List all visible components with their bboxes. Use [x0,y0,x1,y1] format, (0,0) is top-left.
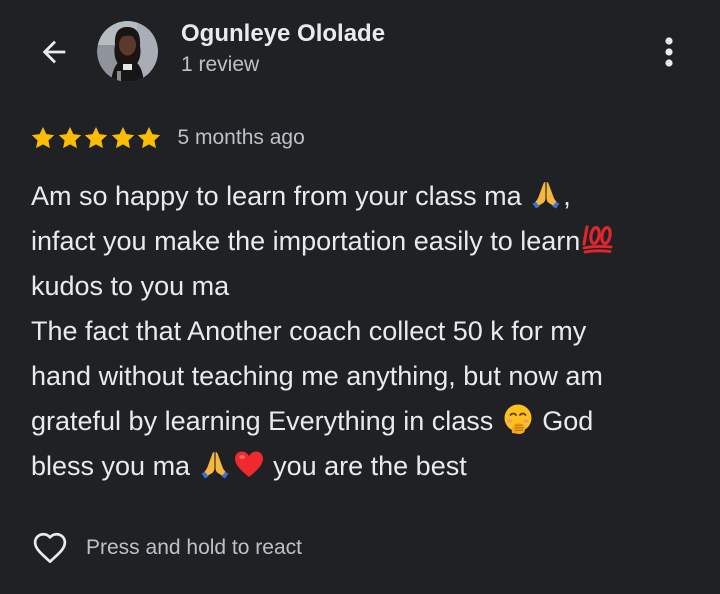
avatar[interactable] [97,21,158,82]
review-line: bless you ma you are the best [31,444,691,489]
review-line: kudos to you ma [31,271,230,301]
review-text-segment: bless you ma [31,451,198,481]
red-heart-emoji-icon [234,451,263,477]
review-line: infact you make the importation easily t… [31,219,691,264]
folded-hands-emoji-icon [532,182,560,209]
folded-hands-emoji-icon [201,452,229,479]
review-line: hand without teaching me anything, but n… [31,361,603,391]
review-text-segment: God [534,406,594,436]
review-text-segment: infact you make the importation easily t… [31,226,581,256]
star-icon [111,126,134,149]
more-options-button[interactable] [650,30,688,74]
react-row[interactable]: Press and hold to react [30,528,302,568]
star-icon [31,126,55,149]
review-screen: Ogunleye Ololade 1 review 5 months ago A… [0,0,720,594]
star-rating [30,125,163,151]
review-line: Am so happy to learn from your class ma … [31,174,691,219]
star-icon [137,126,161,149]
heart-outline-icon [33,532,67,563]
profile-photo-icon [97,21,158,82]
author-name[interactable]: Ogunleye Ololade [181,20,385,48]
review-text-segment: grateful by learning Everything in class [31,406,501,436]
star-icon [58,126,81,149]
review-text-segment: you are the best [265,451,467,481]
review-text: Am so happy to learn from your class ma … [31,174,691,489]
review-line: grateful by learning Everything in class… [31,399,691,444]
review-count[interactable]: 1 review [181,53,259,77]
react-button[interactable] [30,528,70,568]
review-line: The fact that Another coach collect 50 k… [31,316,587,346]
arrow-back-icon [42,40,66,64]
rating-row: 5 months ago [30,123,305,153]
review-text-segment: , [563,181,571,211]
review-text-segment: Am so happy to learn from your class ma [31,181,530,211]
review-time: 5 months ago [177,126,305,149]
back-button[interactable] [32,30,76,74]
hundred-points-emoji-icon [582,225,613,254]
face-with-hand-over-mouth-emoji-icon [504,404,532,434]
more-vert-icon [665,37,673,67]
star-icon [84,126,108,149]
react-label: Press and hold to react [86,536,302,559]
